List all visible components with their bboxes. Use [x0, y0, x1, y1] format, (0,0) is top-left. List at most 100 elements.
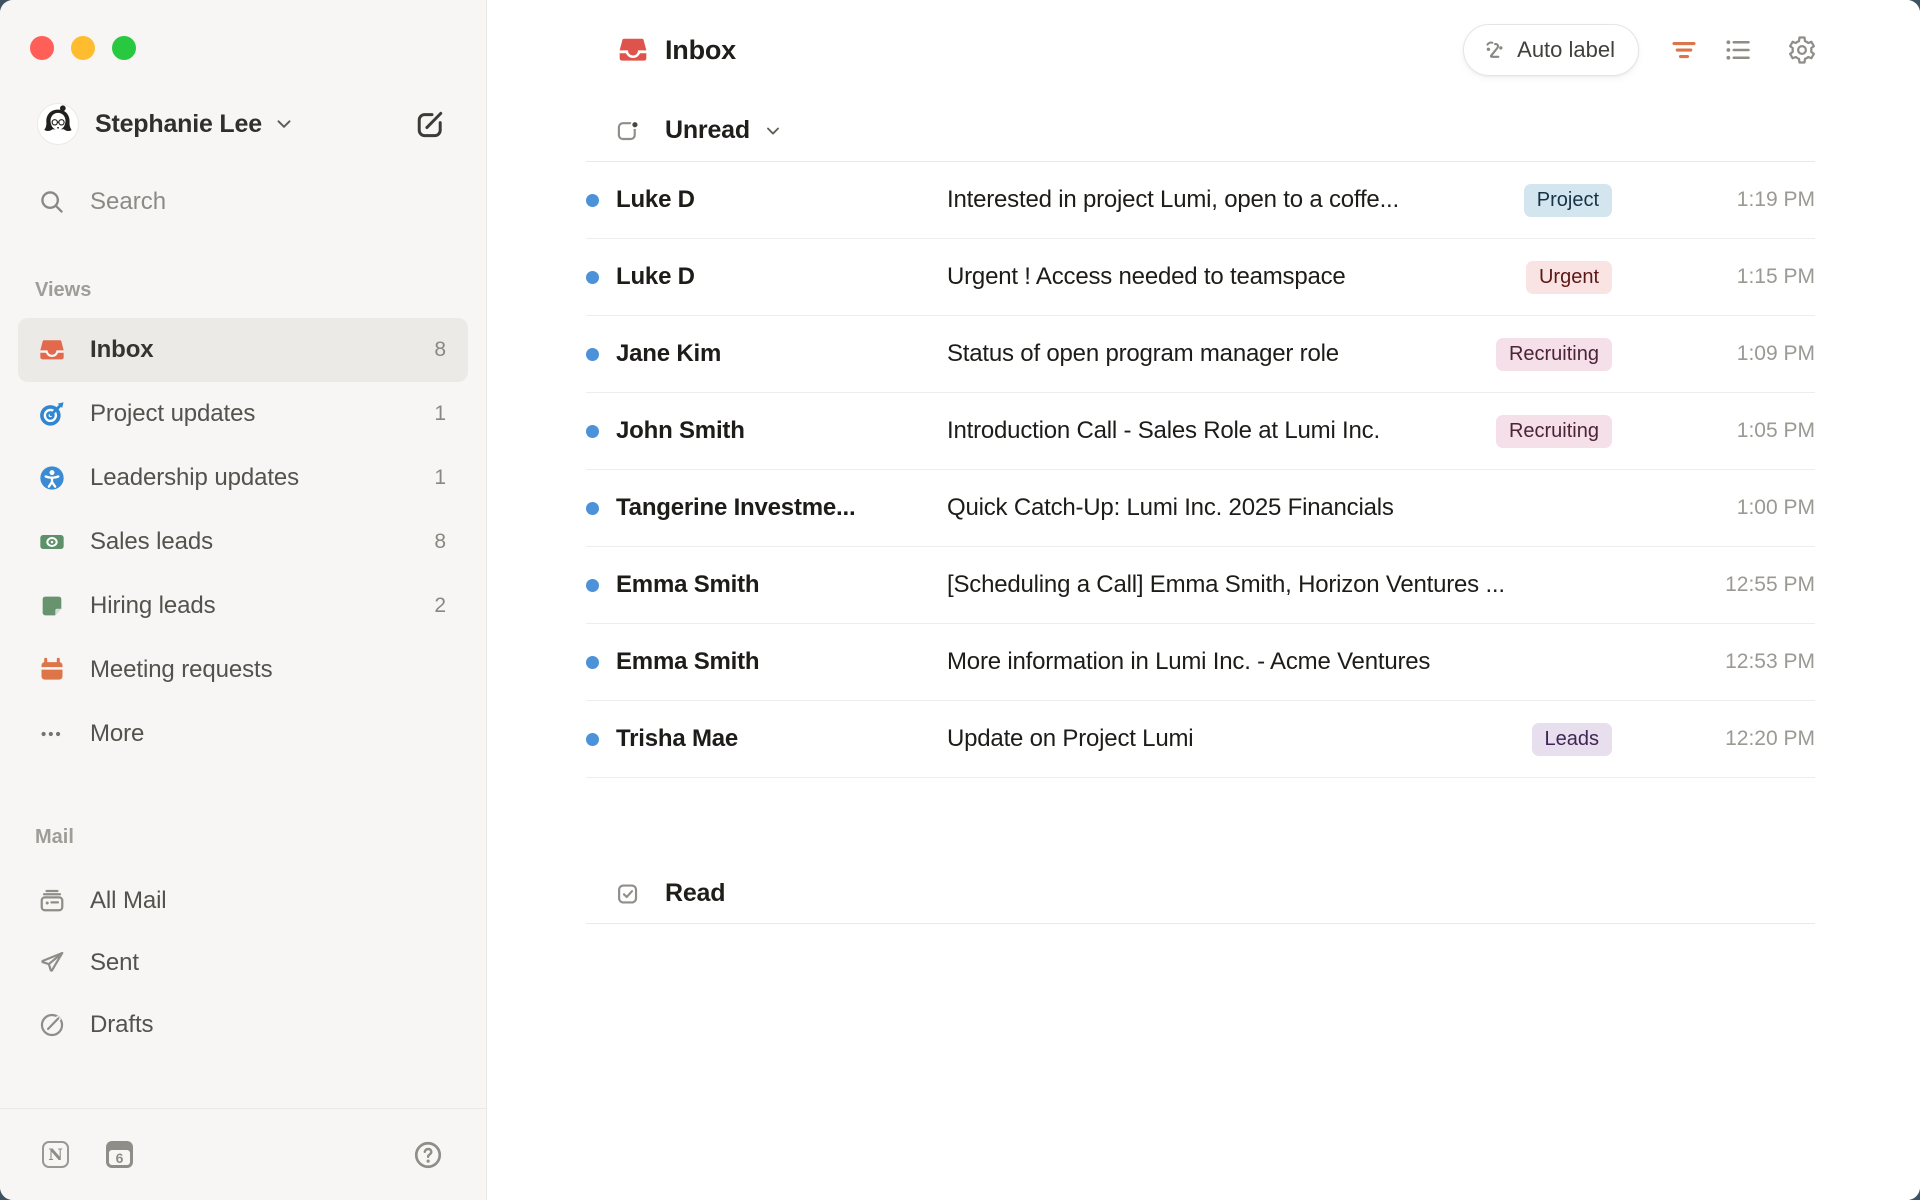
sidebar: Stephanie Lee Search Views Inbox 8 Proje…	[0, 0, 487, 1200]
item-count: 8	[434, 530, 446, 554]
calendar-day: 6	[109, 1150, 130, 1165]
email-time: 1:09 PM	[1612, 342, 1815, 366]
settings-gear-icon[interactable]	[1787, 35, 1817, 65]
main-header: Inbox Auto label	[487, 0, 1920, 100]
sidebar-item-hiring-leads[interactable]: Hiring leads 2	[18, 574, 468, 638]
user-name[interactable]: Stephanie Lee	[95, 110, 262, 139]
item-count: 2	[434, 594, 446, 618]
email-time: 1:00 PM	[1612, 496, 1815, 520]
chevron-down-icon[interactable]	[272, 112, 296, 136]
unread-dot	[586, 348, 599, 361]
close-button[interactable]	[30, 36, 54, 60]
email-sender: Luke D	[616, 186, 947, 214]
draft-icon	[38, 1011, 66, 1039]
sidebar-item-drafts[interactable]: Drafts	[18, 994, 468, 1056]
email-sender: Tangerine Investme...	[616, 494, 947, 522]
zoom-button[interactable]	[112, 36, 136, 60]
sidebar-item-all-mail[interactable]: All Mail	[18, 870, 468, 932]
more-icon	[38, 720, 66, 748]
email-subject: Status of open program manager role	[947, 340, 1480, 368]
email-time: 1:05 PM	[1612, 419, 1815, 443]
unread-dot	[586, 271, 599, 284]
email-time: 12:53 PM	[1612, 650, 1815, 674]
item-count: 1	[434, 402, 446, 426]
email-tag: Leads	[1532, 723, 1613, 756]
calendar-app-icon[interactable]: 6	[106, 1141, 133, 1168]
section-label-views: Views	[0, 278, 486, 302]
sidebar-footer: N 6	[0, 1108, 486, 1200]
email-time: 12:20 PM	[1612, 727, 1815, 751]
sidebar-item-leadership-updates[interactable]: Leadership updates 1	[18, 446, 468, 510]
compose-button[interactable]	[413, 107, 447, 141]
note-icon	[38, 592, 66, 620]
email-time: 12:55 PM	[1612, 573, 1815, 597]
unread-dot	[586, 194, 599, 207]
email-sender: Luke D	[616, 263, 947, 291]
email-tag: Urgent	[1526, 261, 1612, 294]
item-count: 1	[434, 466, 446, 490]
notion-logo-icon[interactable]: N	[42, 1141, 69, 1168]
sidebar-item-sales-leads[interactable]: Sales leads 8	[18, 510, 468, 574]
email-sender: Jane Kim	[616, 340, 947, 368]
item-count: 8	[434, 338, 446, 362]
email-row[interactable]: Luke D Urgent ! Access needed to teamspa…	[586, 239, 1815, 316]
email-subject: Urgent ! Access needed to teamspace	[947, 263, 1510, 291]
filter-icon[interactable]	[1669, 35, 1699, 65]
sidebar-item-project-updates[interactable]: Project updates 1	[18, 382, 468, 446]
read-section-header[interactable]: Read	[586, 864, 1815, 924]
email-row[interactable]: John Smith Introduction Call - Sales Rol…	[586, 393, 1815, 470]
app-window: Stephanie Lee Search Views Inbox 8 Proje…	[0, 0, 1920, 1200]
email-tag: Recruiting	[1496, 415, 1612, 448]
page-title: Inbox	[665, 35, 736, 66]
auto-label-button[interactable]: Auto label	[1463, 24, 1639, 76]
read-label: Read	[665, 879, 725, 908]
search-icon	[38, 188, 66, 216]
chevron-down-icon	[762, 120, 784, 142]
all-mail-icon	[38, 887, 66, 915]
unread-dot	[586, 425, 599, 438]
inbox-icon	[617, 34, 649, 66]
search-button[interactable]: Search	[0, 185, 486, 219]
email-sender: Trisha Mae	[616, 725, 947, 753]
auto-label-wand-icon	[1480, 37, 1507, 64]
email-sender: Emma Smith	[616, 571, 947, 599]
email-row[interactable]: Trisha Mae Update on Project Lumi Leads …	[586, 701, 1815, 778]
section-label-mail: Mail	[0, 825, 486, 849]
calendar-icon	[38, 656, 66, 684]
target-icon	[38, 400, 66, 428]
email-subject: More information in Lumi Inc. - Acme Ven…	[947, 648, 1596, 676]
minimize-button[interactable]	[71, 36, 95, 60]
sidebar-item-inbox[interactable]: Inbox 8	[18, 318, 468, 382]
person-icon	[38, 464, 66, 492]
avatar[interactable]	[37, 103, 79, 145]
profile-row: Stephanie Lee	[0, 102, 486, 146]
sidebar-item-sent[interactable]: Sent	[18, 932, 468, 994]
email-subject: Quick Catch-Up: Lumi Inc. 2025 Financial…	[947, 494, 1596, 522]
window-controls	[0, 36, 486, 60]
email-sender: Emma Smith	[616, 648, 947, 676]
unread-dot	[586, 656, 599, 669]
banknote-icon	[38, 528, 66, 556]
help-icon[interactable]	[412, 1139, 444, 1171]
email-row[interactable]: Emma Smith More information in Lumi Inc.…	[586, 624, 1815, 701]
sidebar-item-more[interactable]: More	[18, 702, 468, 766]
email-time: 1:15 PM	[1612, 265, 1815, 289]
email-row[interactable]: Tangerine Investme... Quick Catch-Up: Lu…	[586, 470, 1815, 547]
email-list: Luke D Interested in project Lumi, open …	[586, 162, 1815, 778]
unread-label: Unread	[665, 116, 750, 145]
sidebar-item-meeting-requests[interactable]: Meeting requests	[18, 638, 468, 702]
email-tag: Project	[1524, 184, 1612, 217]
inbox-icon	[38, 336, 66, 364]
email-subject: Interested in project Lumi, open to a co…	[947, 186, 1508, 214]
email-row[interactable]: Jane Kim Status of open program manager …	[586, 316, 1815, 393]
unread-section-header[interactable]: Unread	[586, 100, 1815, 162]
email-subject: Update on Project Lumi	[947, 725, 1516, 753]
auto-label-text: Auto label	[1517, 37, 1615, 63]
email-row[interactable]: Emma Smith [Scheduling a Call] Emma Smit…	[586, 547, 1815, 624]
unread-dot	[586, 579, 599, 592]
email-row[interactable]: Luke D Interested in project Lumi, open …	[586, 162, 1815, 239]
list-view-icon[interactable]	[1723, 35, 1753, 65]
unread-dot	[586, 502, 599, 515]
send-icon	[38, 949, 66, 977]
read-checkbox-icon	[615, 881, 641, 907]
